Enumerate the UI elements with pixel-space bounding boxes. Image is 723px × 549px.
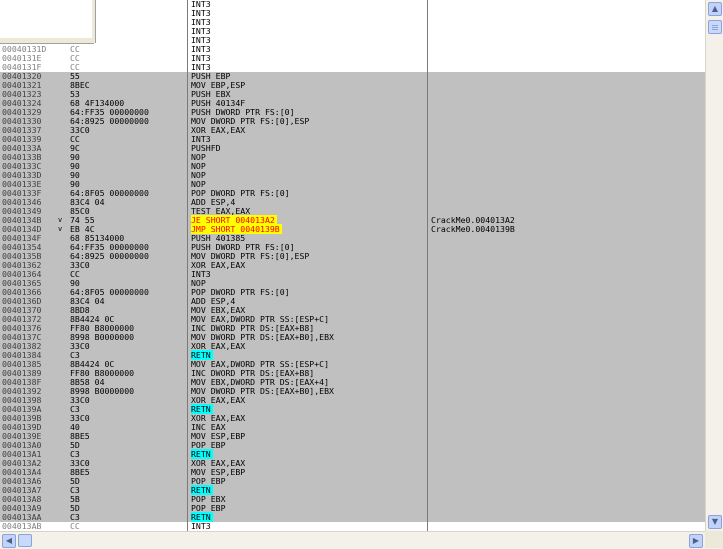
- disassembly-row[interactable]: 00401349 85C0 TEST EAX,EAX: [0, 207, 705, 216]
- hex-dump-cell: 8BE5: [70, 431, 90, 441]
- disassembly-row[interactable]: 004013AA C3 RETN: [0, 512, 705, 522]
- hex-dump-cell: 5D: [70, 476, 80, 486]
- hex-dump-cell: 5D: [70, 503, 80, 513]
- thumb-grip: [712, 27, 718, 28]
- scroll-up-button[interactable]: ▲: [708, 2, 722, 16]
- thumb-grip: [712, 29, 718, 30]
- scroll-down-arrow-icon: ▼: [711, 517, 719, 526]
- disassembly-row[interactable]: 0040133F 64:8F05 00000000 POP DWORD PTR FS…: [0, 189, 705, 198]
- overlapping-window: [0, 0, 93, 39]
- disassembly-row[interactable]: 0040136D 83C4 04 ADD ESP,4: [0, 297, 705, 306]
- disassembly-row[interactable]: 0040133C 90 NOP: [0, 162, 705, 171]
- hex-dump-cell: CC: [70, 53, 80, 63]
- scroll-up-arrow-icon: ▲: [711, 4, 719, 13]
- disassembly-row[interactable]: 004013AB CC INT3: [0, 522, 705, 531]
- disassembly-row[interactable]: 00401392 8998 B0000000 MOV DWORD PTR DS:[E…: [0, 387, 705, 396]
- disassembly-row[interactable]: INT3: [0, 27, 705, 36]
- disassembly-row[interactable]: 0040135B 64:8925 00000000 MOV DWORD PTR FS…: [0, 252, 705, 261]
- hex-dump-cell: CC: [70, 44, 80, 54]
- disassembly-row[interactable]: 0040139B 33C0 XOR EAX,EAX: [0, 414, 705, 423]
- disassembly-row[interactable]: 00401321 8BEC MOV EBP,ESP: [0, 81, 705, 90]
- column-divider-hex[interactable]: [187, 0, 188, 531]
- hex-dump-cell: C3: [70, 485, 80, 495]
- disassembly-row[interactable]: 0040139A C3 RETN: [0, 404, 705, 414]
- disassembly-row[interactable]: 0040137C 8998 B0000000 MOV DWORD PTR DS:[E…: [0, 333, 705, 342]
- hex-dump-cell: CC: [70, 62, 80, 72]
- hex-dump-cell: C3: [70, 512, 80, 522]
- disassembly-row[interactable]: INT3: [0, 9, 705, 18]
- disassembly-row[interactable]: 004013A1 C3 RETN: [0, 449, 705, 459]
- disassembly-row[interactable]: 004013A4 8BE5 MOV ESP,EBP: [0, 468, 705, 477]
- disassembly-row[interactable]: 00401330 64:8925 00000000 MOV DWORD PTR FS…: [0, 117, 705, 126]
- hex-dump-cell: CC: [70, 521, 80, 531]
- disassembly-row[interactable]: 00401382 33C0 XOR EAX,EAX: [0, 342, 705, 351]
- hex-dump-cell: 8BE5: [70, 467, 90, 477]
- disassembly-row[interactable]: 0040133A 9C PUSHFD: [0, 144, 705, 153]
- disassembly-row[interactable]: 00401339 CC INT3: [0, 135, 705, 144]
- disassembly-row[interactable]: INT3: [0, 18, 705, 27]
- disassembly-row[interactable]: 00040131D CC INT3: [0, 45, 705, 54]
- disassembly-row[interactable]: 0040131E CC INT3: [0, 54, 705, 63]
- disassembly-row[interactable]: 00401337 33C0 XOR EAX,EAX: [0, 126, 705, 135]
- horizontal-scrollbar[interactable]: ◀ ▶: [0, 531, 723, 549]
- hex-dump-cell: CC: [70, 134, 80, 144]
- disassembly-row[interactable]: 00401346 83C4 04 ADD ESP,4: [0, 198, 705, 207]
- disassembly-row[interactable]: 004013A6 5D POP EBP: [0, 477, 705, 486]
- disassembly-row[interactable]: 0040131F CC INT3: [0, 63, 705, 72]
- hex-dump-cell: 5D: [70, 440, 80, 450]
- disassembly-row[interactable]: INT3: [0, 0, 705, 9]
- disassembly-row[interactable]: 00401364 CC INT3: [0, 270, 705, 279]
- scroll-right-button[interactable]: ▶: [689, 534, 703, 548]
- disassembly-row[interactable]: INT3: [0, 36, 705, 45]
- hex-dump-cell: 33C0: [70, 260, 90, 270]
- comment-cell: CrackMe0.0040139B: [431, 224, 515, 234]
- disassembly-row[interactable]: 0040133B 90 NOP: [0, 153, 705, 162]
- disassembly-row[interactable]: 004013A7 C3 RETN: [0, 485, 705, 495]
- disassembly-row[interactable]: 0040139E 8BE5 MOV ESP,EBP: [0, 432, 705, 441]
- jump-arrow-icon: v: [58, 225, 63, 233]
- hex-dump-cell: 8BEC: [70, 80, 90, 90]
- hex-dump-cell: 90: [70, 152, 80, 162]
- instruction-cell: INT3: [191, 521, 211, 531]
- hex-dump-cell: 33C0: [70, 413, 90, 423]
- address-cell: 004013AB: [2, 521, 42, 531]
- hex-dump-cell: CC: [70, 269, 80, 279]
- hex-dump-cell: 33C0: [70, 395, 90, 405]
- hex-dump-cell: 5B: [70, 494, 80, 504]
- hex-dump-cell: 9C: [70, 143, 80, 153]
- disassembly-row[interactable]: 0040134B v 74 55 JE SHORT 004013A2 CrackMe0.…: [0, 215, 705, 225]
- disassembly-row[interactable]: 0040133D 90 NOP: [0, 171, 705, 180]
- thumb-grip: [712, 25, 718, 26]
- hex-dump-cell: 33C0: [70, 125, 90, 135]
- disassembly-row[interactable]: 00401398 33C0 XOR EAX,EAX: [0, 396, 705, 405]
- disassembly-row[interactable]: 00401362 33C0 XOR EAX,EAX: [0, 261, 705, 270]
- disassembly-row[interactable]: 004013A8 5B POP EBX: [0, 495, 705, 504]
- scrollbar-corner: [705, 531, 723, 548]
- disassembly-pane[interactable]: INT3 INT3 INT3 INT3 INT3 00040131D CC INT3 00401…: [0, 0, 705, 531]
- disassembly-row[interactable]: 00401320 55 PUSH EBP: [0, 72, 705, 81]
- disassembly-row[interactable]: 004013A9 5D POP EBP: [0, 504, 705, 513]
- jump-arrow-icon: v: [58, 216, 63, 224]
- disassembly-row[interactable]: 00401366 64:8F05 00000000 POP DWORD PTR FS…: [0, 288, 705, 297]
- disassembly-row[interactable]: 004013A2 33C0 XOR EAX,EAX: [0, 459, 705, 468]
- overlapping-window-border: [92, 0, 96, 43]
- hex-dump-cell: 90: [70, 161, 80, 171]
- disassembly-row[interactable]: 004013A0 5D POP EBP: [0, 441, 705, 450]
- scroll-down-button[interactable]: ▼: [708, 515, 722, 529]
- scroll-left-arrow-icon: ◀: [5, 536, 13, 545]
- horizontal-scroll-thumb[interactable]: [18, 534, 32, 547]
- disassembly-row[interactable]: 00401389 FF80 B8000000 INC DWORD PTR DS:[E…: [0, 369, 705, 378]
- disassembly-rows: INT3 INT3 INT3 INT3 INT3 00040131D CC INT3 00401…: [0, 0, 705, 531]
- scroll-right-arrow-icon: ▶: [692, 536, 700, 545]
- vertical-scrollbar[interactable]: ▲ ▼: [705, 0, 723, 531]
- column-divider-comment[interactable]: [427, 0, 428, 531]
- hex-dump-cell: 90: [70, 170, 80, 180]
- hex-dump-cell: 33C0: [70, 341, 90, 351]
- vertical-scroll-thumb[interactable]: [708, 20, 722, 34]
- disassembly-row[interactable]: 0040139D 40 INC EAX: [0, 423, 705, 432]
- overlapping-window-border: [0, 38, 94, 44]
- scroll-left-button[interactable]: ◀: [2, 534, 16, 548]
